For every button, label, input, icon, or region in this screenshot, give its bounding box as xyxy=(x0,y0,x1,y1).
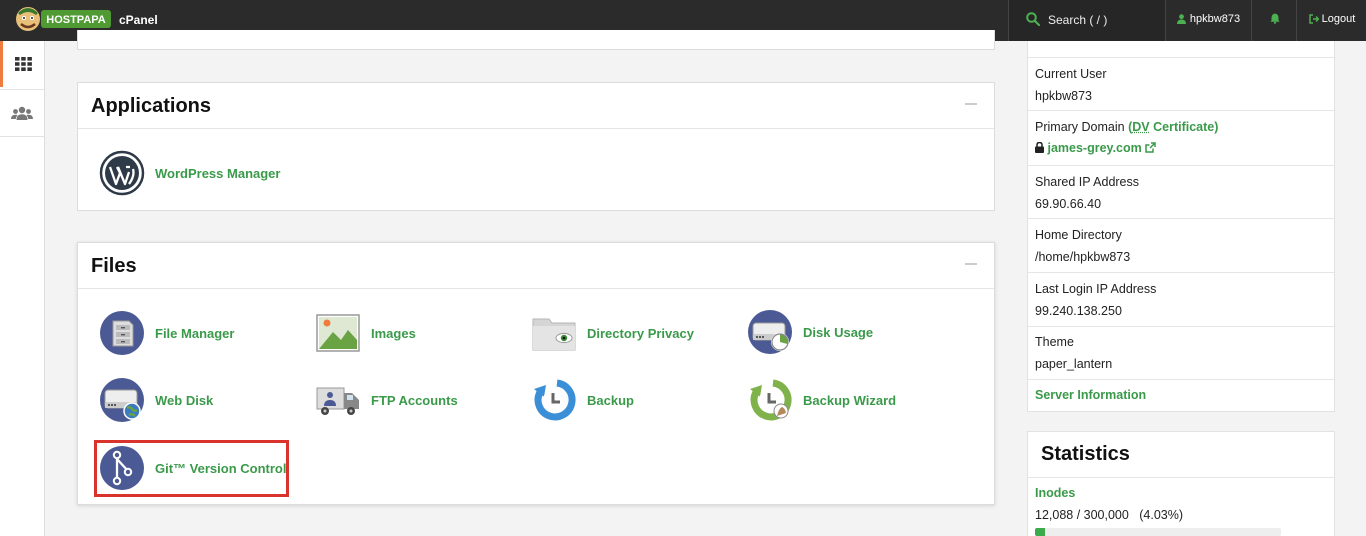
tool-label: WordPress Manager xyxy=(155,165,281,181)
inodes-value: 12,088 / 300,000 (4.03%) xyxy=(1035,508,1184,522)
statistics-panel: Statistics Inodes 12,088 / 300,000 (4.03… xyxy=(1027,431,1335,536)
notifications-button[interactable] xyxy=(1253,0,1297,41)
theme-value: paper_lantern xyxy=(1035,357,1113,371)
backup-wizard-link[interactable]: Backup Wizard xyxy=(747,376,896,424)
inodes-progress-fill xyxy=(1035,528,1045,536)
bell-icon xyxy=(1269,13,1280,24)
wordpress-icon xyxy=(99,150,145,196)
applications-panel: Applications WordPress Manager xyxy=(77,82,995,211)
shared-ip-label: Shared IP Address xyxy=(1035,175,1140,189)
search-box[interactable] xyxy=(1008,0,1166,41)
last-login-label: Last Login IP Address xyxy=(1035,282,1157,296)
user-icon xyxy=(1176,13,1186,24)
backup-wizard-icon xyxy=(750,379,792,421)
tool-label: File Manager xyxy=(155,325,235,341)
applications-header[interactable]: Applications xyxy=(78,83,994,129)
previous-panel-bottom xyxy=(77,30,995,50)
file-manager-icon xyxy=(100,311,144,355)
rail-home[interactable] xyxy=(0,41,44,87)
images-icon xyxy=(316,314,360,352)
inodes-progress-bar xyxy=(1035,528,1281,536)
statistics-divider xyxy=(1028,477,1334,478)
dv-abbr[interactable]: DV xyxy=(1132,120,1149,134)
last-login-value: 99.240.138.250 xyxy=(1035,304,1122,318)
files-header[interactable]: Files xyxy=(78,243,994,289)
logout-label: Logout xyxy=(1321,12,1356,25)
primary-domain-header: Primary Domain (DV Certificate) xyxy=(1035,119,1334,136)
tool-label: Backup Wizard xyxy=(803,392,897,408)
ftp-accounts-link[interactable]: FTP Accounts xyxy=(315,376,458,424)
directory-privacy-icon xyxy=(532,318,576,351)
lock-icon xyxy=(1035,141,1044,153)
ftp-accounts-icon xyxy=(316,387,359,415)
backup-link[interactable]: Backup xyxy=(531,376,634,424)
applications-title: Applications xyxy=(91,95,212,117)
logo-text: HOSTPAPA xyxy=(46,14,106,26)
inodes-link[interactable]: Inodes xyxy=(1035,486,1075,500)
primary-domain-label: Primary Domain xyxy=(1035,120,1125,134)
tool-label: Disk Usage xyxy=(803,324,874,340)
images-link[interactable]: Images xyxy=(315,309,416,357)
external-link-icon[interactable] xyxy=(1145,142,1156,153)
grid-icon xyxy=(15,57,32,71)
disk-usage-icon xyxy=(748,310,792,354)
primary-domain-row: Primary Domain (DV Certificate) james-gr… xyxy=(1028,110,1334,165)
primary-domain-value: james-grey.com xyxy=(1035,140,1334,157)
web-disk-icon xyxy=(100,378,144,422)
home-directory-row: Home Directory /home/hpkbw873 xyxy=(1028,218,1334,272)
logout-icon xyxy=(1308,13,1319,24)
current-user-value: hpkbw873 xyxy=(1035,89,1092,103)
tool-label: Directory Privacy xyxy=(587,325,694,341)
users-icon xyxy=(11,106,33,120)
certificate-link[interactable]: Certificate) xyxy=(1150,120,1218,134)
web-disk-link[interactable]: Web Disk xyxy=(99,376,213,424)
disk-usage-link[interactable]: Disk Usage xyxy=(747,308,873,356)
directory-privacy-link[interactable]: Directory Privacy xyxy=(531,309,694,357)
cpanel-brand[interactable]: cPanel xyxy=(119,13,158,27)
primary-domain-link[interactable]: james-grey.com xyxy=(1047,141,1141,155)
wordpress-manager-link[interactable]: WordPress Manager xyxy=(99,149,280,197)
home-directory-label: Home Directory xyxy=(1035,228,1122,242)
collapse-files-icon[interactable] xyxy=(965,263,977,265)
server-info-row: Server Information xyxy=(1028,379,1334,411)
current-user-label: Current User xyxy=(1035,67,1107,81)
server-information-link[interactable]: Server Information xyxy=(1035,388,1334,402)
search-input[interactable] xyxy=(1048,10,1158,30)
theme-label: Theme xyxy=(1035,335,1074,349)
backup-icon xyxy=(534,379,576,421)
left-rail xyxy=(0,41,45,536)
username-label: hpkbw873 xyxy=(1189,12,1241,25)
theme-row: Theme paper_lantern xyxy=(1028,326,1334,379)
collapse-applications-icon[interactable] xyxy=(965,103,977,105)
files-title: Files xyxy=(91,255,137,277)
shared-ip-row: Shared IP Address 69.90.66.40 xyxy=(1028,165,1334,218)
shared-ip-value: 69.90.66.40 xyxy=(1035,197,1102,211)
highlight-box xyxy=(94,440,289,497)
tool-label: FTP Accounts xyxy=(371,392,458,408)
general-information-panel: Current User hpkbw873 Primary Domain (DV… xyxy=(1027,41,1335,412)
home-directory-value: /home/hpkbw873 xyxy=(1035,250,1131,264)
user-menu[interactable]: hpkbw873 xyxy=(1166,0,1252,41)
last-login-row: Last Login IP Address 99.240.138.250 xyxy=(1028,272,1334,326)
rail-user-manager[interactable] xyxy=(0,89,44,137)
search-icon xyxy=(1026,12,1040,26)
tool-label: Images xyxy=(371,325,416,341)
logout-button[interactable]: Logout xyxy=(1298,0,1366,41)
statistics-title: Statistics xyxy=(1041,443,1130,465)
current-user-row: Current User hpkbw873 xyxy=(1028,57,1334,110)
tool-label: Backup xyxy=(587,392,634,408)
tool-label: Web Disk xyxy=(155,392,214,408)
file-manager-link[interactable]: File Manager xyxy=(99,309,234,357)
